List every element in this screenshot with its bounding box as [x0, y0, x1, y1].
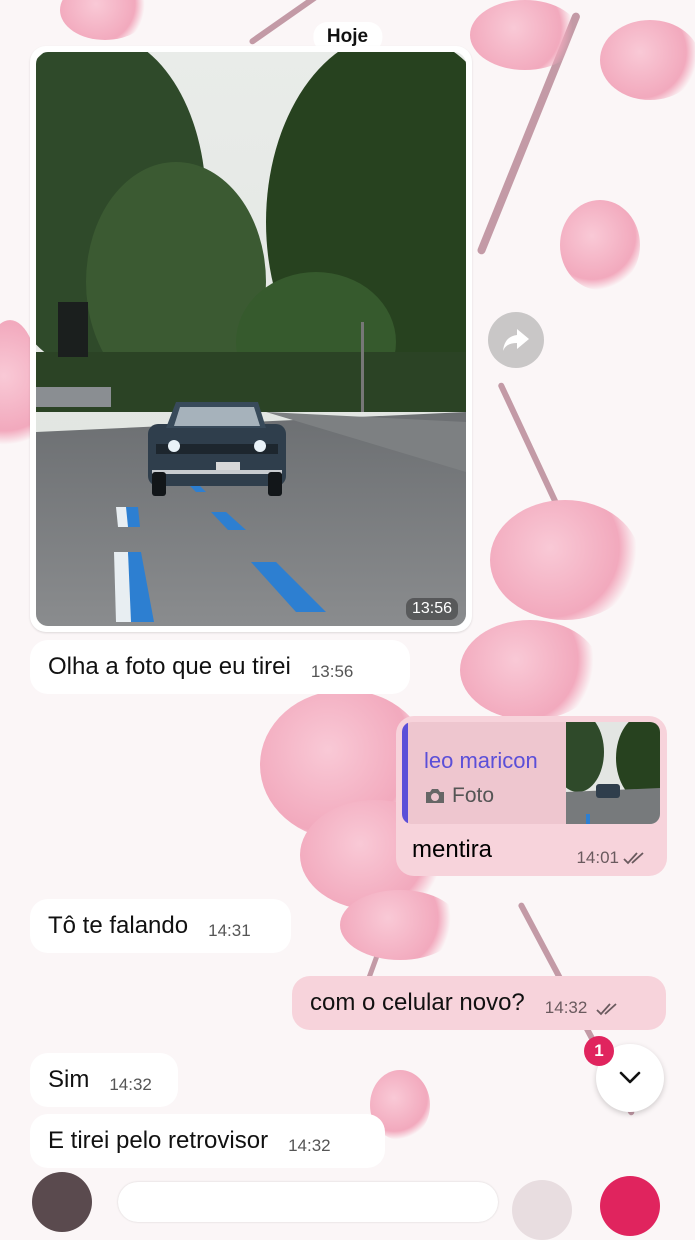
voice-record-button[interactable] — [600, 1176, 660, 1236]
message-bubble-incoming[interactable]: Tô te falando 14:31 — [30, 899, 291, 953]
car-photo[interactable] — [36, 52, 466, 626]
attach-button[interactable] — [32, 1172, 92, 1232]
message-bubble-incoming[interactable]: E tirei pelo retrovisor 14:32 — [30, 1114, 385, 1168]
message-time: 14:32 — [288, 1136, 331, 1155]
message-bubble-outgoing[interactable]: com o celular novo? 14:32 — [292, 976, 666, 1030]
composer-bar — [0, 1168, 695, 1240]
forward-icon — [503, 329, 529, 351]
quoted-sender-name: leo maricon — [424, 748, 538, 773]
message-text: com o celular novo? — [310, 989, 525, 1016]
double-check-icon — [596, 1002, 617, 1015]
message-time-with-status: 14:32 — [545, 998, 622, 1018]
message-text: Tô te falando — [48, 912, 189, 939]
photo-timestamp: 13:56 — [405, 598, 458, 620]
message-time: 14:31 — [208, 921, 251, 940]
quoted-media-type: Foto — [424, 784, 494, 808]
car-photo-image — [36, 52, 466, 626]
message-text: Sim — [48, 1066, 90, 1093]
message-bubble-incoming[interactable]: Sim 14:32 — [30, 1053, 178, 1107]
message-time: 14:32 — [544, 998, 588, 1017]
message-text: Olha a foto que eu tirei — [48, 653, 291, 680]
message-bubble-incoming[interactable]: Olha a foto que eu tirei 13:56 — [30, 640, 410, 694]
chevron-down-icon — [619, 1071, 641, 1084]
quoted-message[interactable]: leo maricon Foto — [402, 722, 660, 824]
message-input[interactable] — [118, 1182, 498, 1222]
double-check-icon — [623, 852, 644, 865]
message-time: 14:01 — [576, 848, 619, 867]
photo-message[interactable]: 13:56 — [30, 46, 472, 632]
forward-button[interactable] — [488, 312, 544, 368]
message-text: mentira — [412, 836, 493, 863]
message-text: E tirei pelo retrovisor — [48, 1127, 269, 1154]
quoted-photo-thumbnail — [566, 722, 660, 824]
message-time: 13:56 — [310, 662, 354, 681]
quote-accent-bar — [402, 722, 408, 824]
unread-count-badge: 1 — [584, 1036, 614, 1066]
message-time-with-status: 14:01 — [576, 848, 649, 868]
sticker-button[interactable] — [512, 1180, 572, 1240]
camera-icon — [426, 789, 444, 803]
reply-message-outgoing[interactable]: leo maricon Foto mentira 14:01 — [396, 716, 667, 876]
message-time: 14:32 — [109, 1075, 152, 1094]
quoted-media-label: Foto — [452, 784, 495, 807]
